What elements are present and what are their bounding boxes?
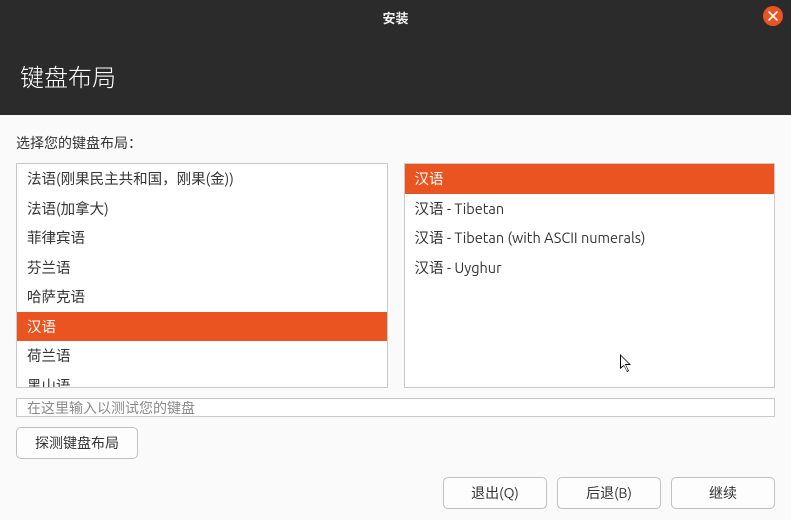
- variant-list-item[interactable]: 汉语 - Tibetan (with ASCII numerals): [405, 223, 775, 253]
- language-list-item[interactable]: 菲律宾语: [17, 223, 387, 253]
- language-list-item[interactable]: 法语(刚果民主共和国，刚果(金)): [17, 164, 387, 194]
- keyboard-language-list[interactable]: 法语(刚果民主共和国，刚果(金))法语(加拿大)菲律宾语芬兰语哈萨克语汉语荷兰语…: [16, 163, 388, 388]
- variant-list-item[interactable]: 汉语 - Tibetan: [405, 194, 775, 224]
- footer-buttons: 退出(Q) 后退(B) 继续: [16, 459, 775, 509]
- language-list-item[interactable]: 汉语: [17, 312, 387, 342]
- language-list-item[interactable]: 黑山语: [17, 371, 387, 388]
- page-title: 键盘布局: [20, 64, 116, 91]
- language-list-item[interactable]: 芬兰语: [17, 253, 387, 283]
- keyboard-variant-list[interactable]: 汉语汉语 - Tibetan汉语 - Tibetan (with ASCII n…: [404, 163, 776, 388]
- language-list-item[interactable]: 法语(加拿大): [17, 194, 387, 224]
- close-icon: [768, 11, 778, 21]
- detect-layout-button[interactable]: 探测键盘布局: [16, 427, 138, 459]
- window-title: 安装: [382, 8, 408, 27]
- variant-list-item[interactable]: 汉语 - Uyghur: [405, 253, 775, 283]
- prompt-label: 选择您的键盘布局：: [16, 133, 775, 153]
- quit-button[interactable]: 退出(Q): [443, 477, 547, 509]
- detect-row: 探测键盘布局: [16, 427, 775, 459]
- variant-list-item[interactable]: 汉语: [405, 164, 775, 194]
- back-button[interactable]: 后退(B): [557, 477, 661, 509]
- page-header: 键盘布局: [0, 34, 791, 115]
- content-area: 选择您的键盘布局： 法语(刚果民主共和国，刚果(金))法语(加拿大)菲律宾语芬兰…: [0, 115, 791, 520]
- continue-button[interactable]: 继续: [671, 477, 775, 509]
- language-list-item[interactable]: 荷兰语: [17, 341, 387, 371]
- lists-row: 法语(刚果民主共和国，刚果(金))法语(加拿大)菲律宾语芬兰语哈萨克语汉语荷兰语…: [16, 163, 775, 388]
- keyboard-test-input[interactable]: [16, 398, 775, 417]
- close-button[interactable]: [763, 6, 783, 26]
- titlebar: 安装: [0, 0, 791, 34]
- language-list-item[interactable]: 哈萨克语: [17, 282, 387, 312]
